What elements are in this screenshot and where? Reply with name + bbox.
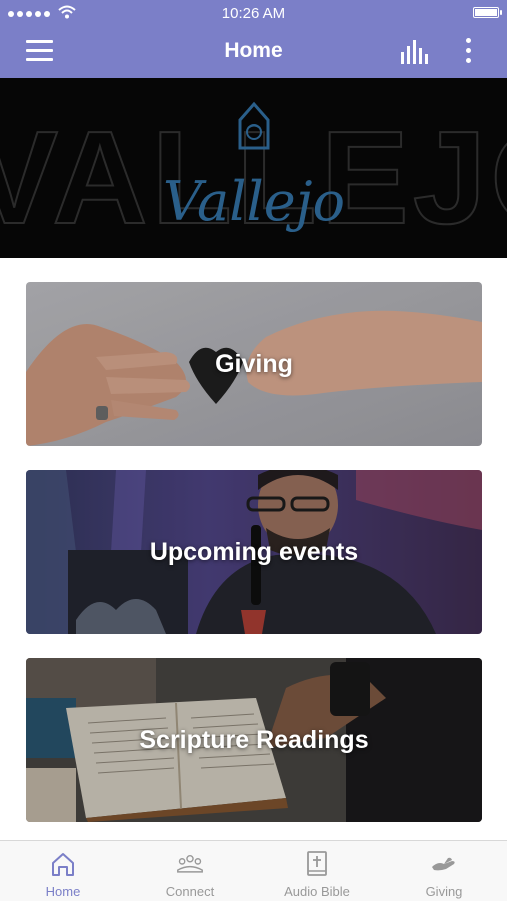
tab-connect-label: Connect	[165, 884, 215, 899]
giving-card[interactable]: Giving	[26, 282, 482, 446]
banner-logo-text: Vallejo	[163, 170, 345, 233]
nav-bar: Home	[0, 26, 507, 78]
page-title: Home	[224, 39, 283, 62]
bottom-tab-bar: Home Connect Audio Bible Giving	[0, 840, 507, 901]
people-icon	[177, 854, 203, 873]
audio-bars-icon[interactable]	[400, 40, 430, 64]
upcoming-events-card-title: Upcoming events	[149, 537, 359, 566]
bible-icon	[307, 851, 327, 876]
church-banner: VALLEJO Vallejo	[0, 78, 507, 258]
scripture-readings-card[interactable]: Scripture Readings	[26, 658, 482, 822]
tab-home-label: Home	[45, 884, 81, 899]
more-options-icon[interactable]	[462, 38, 474, 66]
scripture-readings-card-title: Scripture Readings	[139, 725, 369, 754]
tab-home[interactable]: Home	[0, 841, 126, 901]
status-time: 10:26 AM	[221, 5, 286, 22]
tab-giving[interactable]: Giving	[381, 841, 507, 901]
home-icon	[52, 853, 74, 876]
banner-graphic: VALLEJO Vallejo	[0, 101, 507, 252]
giving-hand-icon	[432, 857, 455, 871]
tab-connect[interactable]: Connect	[127, 841, 253, 901]
tab-audio-bible-label: Audio Bible	[284, 884, 350, 899]
giving-card-title: Giving	[215, 349, 293, 378]
battery-icon	[473, 7, 502, 18]
status-bar: 10:26 AM	[0, 0, 507, 26]
tab-audio-bible[interactable]: Audio Bible	[254, 841, 380, 901]
tab-giving-label: Giving	[425, 884, 463, 899]
upcoming-events-card[interactable]: Upcoming events	[26, 470, 482, 634]
